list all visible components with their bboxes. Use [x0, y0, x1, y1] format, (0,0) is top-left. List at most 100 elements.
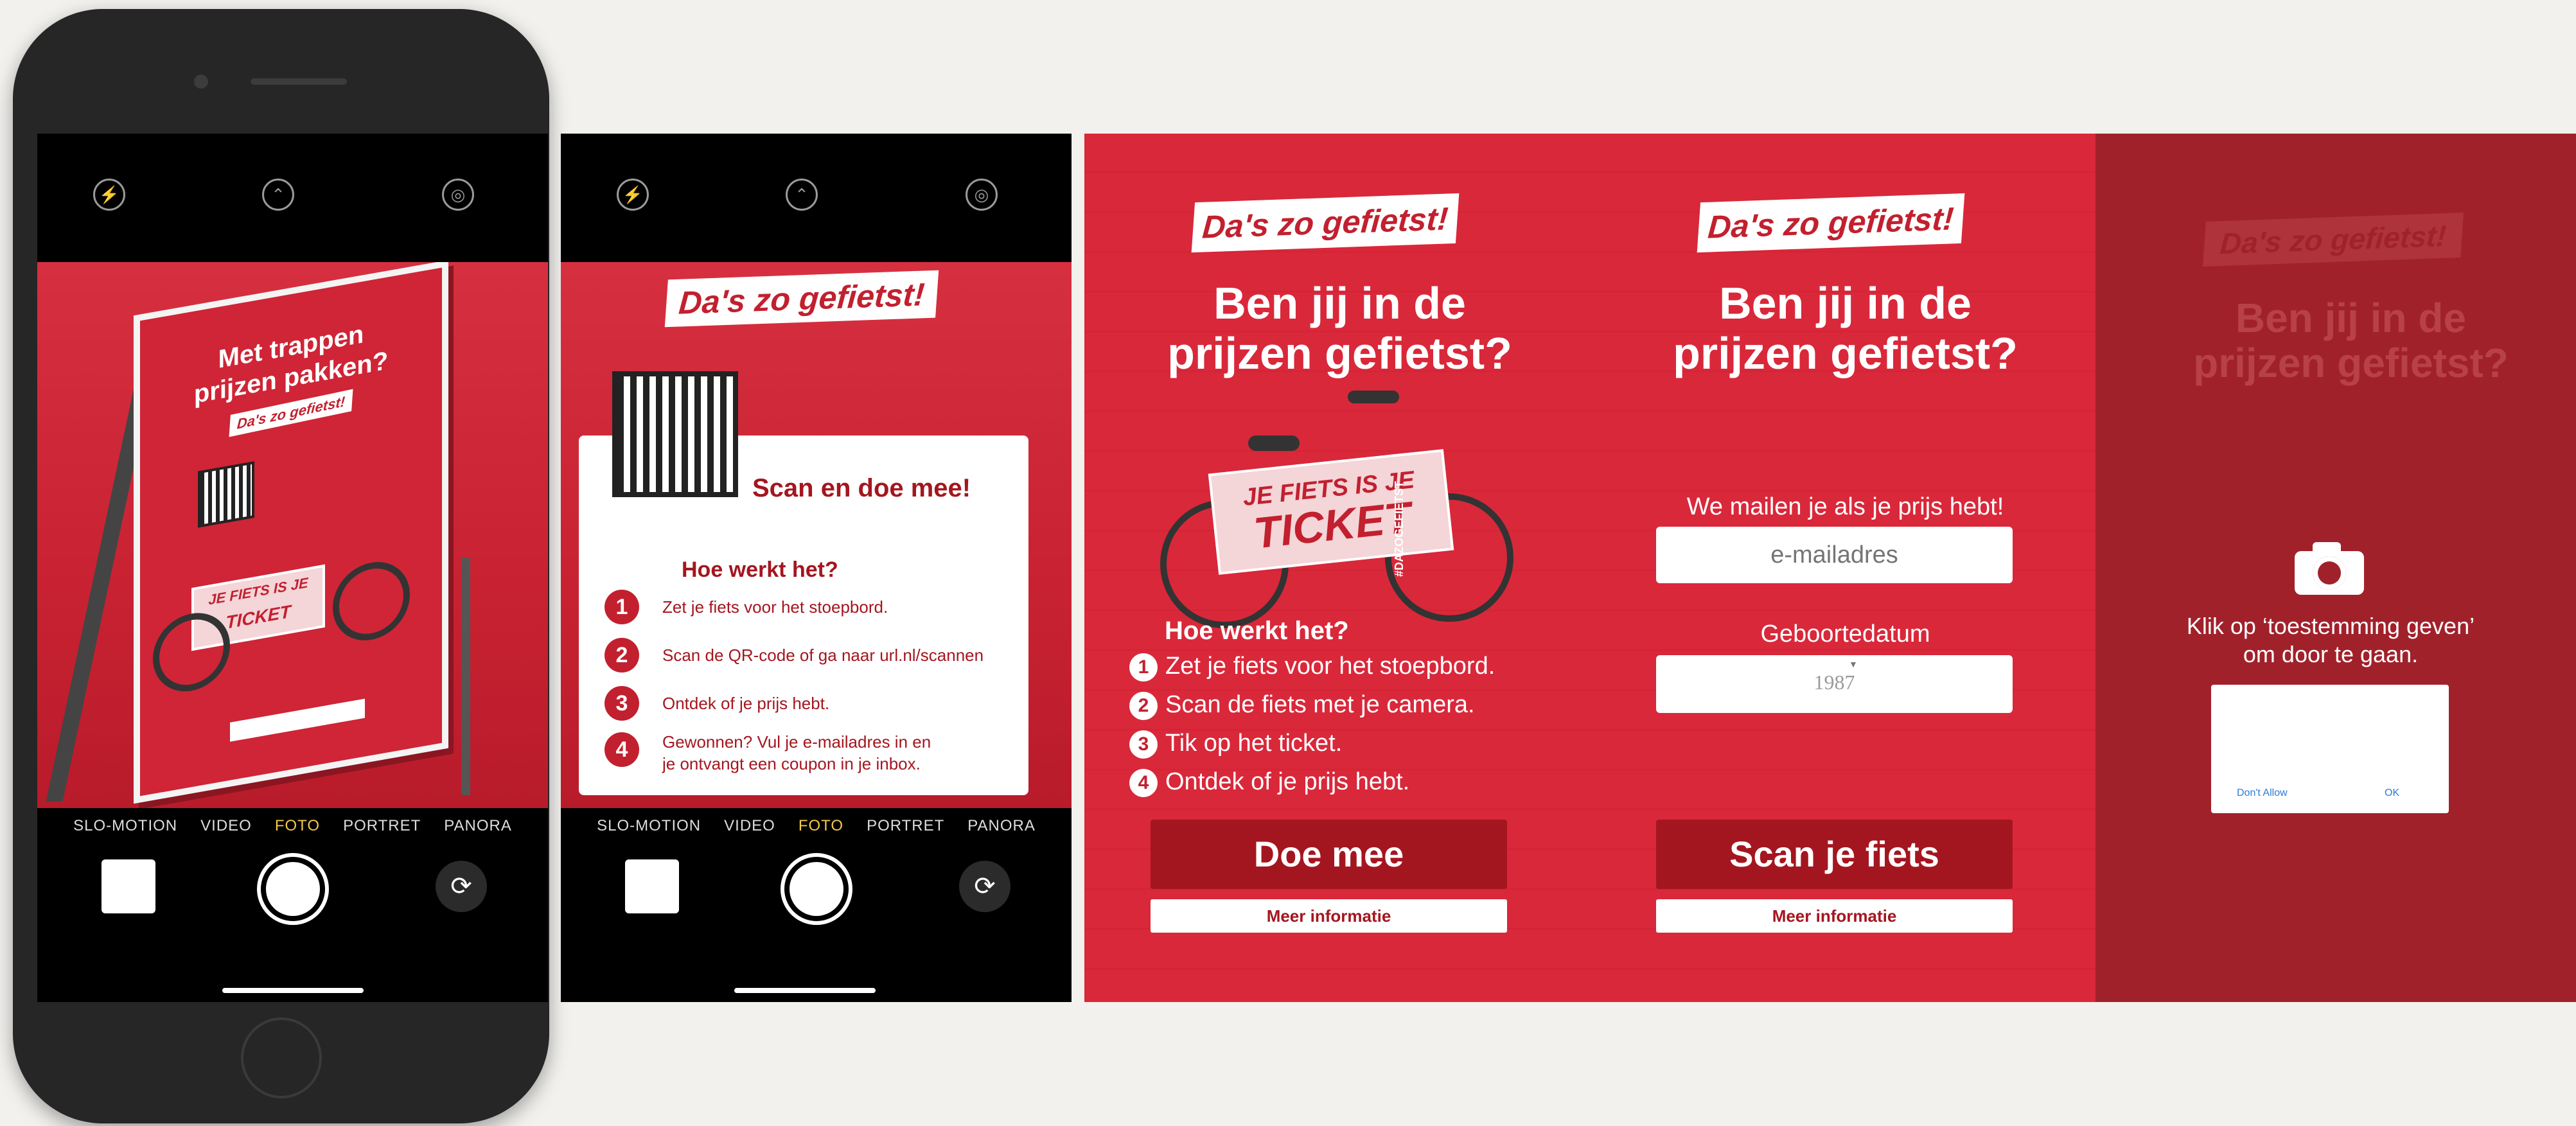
camera-icon-bump — [2313, 542, 2341, 554]
scan-je-fiets-button[interactable]: Scan je fiets — [1656, 820, 2013, 889]
card-step-1: Zet je fiets voor het stoepbord. — [662, 597, 888, 617]
email-field[interactable] — [1656, 527, 2013, 583]
shutter-inner — [266, 862, 320, 916]
shutter-button[interactable] — [257, 853, 329, 925]
camera-top-bar: ⚡ ⌃ ◎ — [37, 134, 548, 262]
flash-off-icon[interactable]: ⚡ — [93, 179, 125, 211]
poster-qr-code — [198, 461, 254, 528]
bike-handlebar — [1348, 391, 1399, 403]
doe-mee-button[interactable]: Doe mee — [1151, 820, 1507, 889]
landing-step-4-text: Ontdek of je prijs hebt. — [1165, 768, 1410, 795]
mode-portret[interactable]: PORTRET — [343, 817, 421, 834]
chevron-up-icon[interactable]: ⌃ — [262, 179, 294, 211]
dob-value: 1987 — [1813, 671, 1855, 694]
landing-heading-1: Ben jij in de — [1213, 278, 1466, 328]
camera-icon — [2295, 542, 2364, 595]
photo-thumbnail[interactable] — [625, 859, 679, 913]
landing-step-2-text: Scan de fiets met je camera. — [1165, 691, 1475, 718]
mode-slomo[interactable]: SLO-MOTION — [597, 817, 701, 834]
sign-poster: Met trappen prijzen pakken? Da's zo gefi… — [134, 262, 448, 804]
landing-step-1-text: Zet je fiets voor het stoepbord. — [1165, 653, 1495, 680]
step-number-3: 3 — [1129, 730, 1158, 759]
form-logo: Da's zo gefietst! — [1697, 193, 1965, 253]
flip-camera-icon[interactable]: ⟳ — [959, 861, 1010, 912]
more-info-button[interactable]: Meer informatie — [1151, 899, 1507, 933]
landing-step-3: 3 Tik op het ticket. — [1129, 730, 1342, 759]
card-step-4a: Gewonnen? Vul je e-mailadres in en — [662, 732, 931, 752]
how-title: Hoe werkt het? — [682, 558, 838, 582]
camera-icon-lens — [2313, 556, 2346, 590]
mode-video[interactable]: VIDEO — [200, 817, 252, 834]
mode-panorama[interactable]: PANORA — [967, 817, 1036, 834]
photo-thumbnail[interactable] — [101, 859, 155, 913]
permission-dialog: Don't Allow OK — [2211, 685, 2449, 813]
home-indicator — [734, 988, 876, 993]
permission-screen: Da's zo gefietst! Ben jij in de prijzen … — [2095, 134, 2576, 1002]
landing-logo: Da's zo gefietst! — [1191, 193, 1460, 253]
shutter-button[interactable] — [781, 853, 852, 925]
chevron-up-icon[interactable]: ⌃ — [786, 179, 818, 211]
more-info-button[interactable]: Meer informatie — [1656, 899, 2013, 933]
card-step-3: Ontdek of je prijs hebt. — [662, 694, 830, 713]
permission-heading-2: prijzen gefietst? — [2193, 340, 2509, 386]
step-number-1: 1 — [604, 590, 639, 624]
step-number-2: 2 — [604, 638, 639, 673]
poster-footer-bar — [230, 698, 365, 742]
camera-mode-selector[interactable]: SLO-MOTION VIDEO FOTO PORTRET PANORA — [37, 817, 548, 835]
step-number-1: 1 — [1129, 653, 1158, 682]
scan-label: Scan en doe mee! — [752, 474, 971, 502]
step-number-4: 4 — [604, 732, 639, 767]
card-step-2: Scan de QR-code of ga naar url.nl/scanne… — [662, 646, 984, 665]
form-screen: Da's zo gefietst! Ben jij in de prijzen … — [1590, 134, 2101, 1002]
step-number-2: 2 — [1129, 691, 1158, 720]
permission-message-2: om door te gaan. — [2243, 641, 2419, 667]
mode-panorama[interactable]: PANORA — [444, 817, 512, 834]
flash-off-icon[interactable]: ⚡ — [617, 179, 649, 211]
step-number-3: 3 — [604, 686, 639, 721]
camera-screen-poster: ⚡ ⌃ ◎ Met trappen prijzen pakken? Da's z… — [37, 134, 548, 1002]
sign-leg-right — [461, 558, 470, 795]
dob-select[interactable]: 1987 ▼ — [1656, 655, 2013, 713]
form-heading-1: Ben jij in de — [1719, 278, 1972, 328]
bike-seat — [1248, 435, 1300, 451]
mode-portret[interactable]: PORTRET — [867, 817, 944, 834]
step-number-4: 4 — [1129, 768, 1158, 797]
dob-chevron-icon: ▼ — [1849, 659, 1858, 669]
card-logo: Da's zo gefietst! — [664, 270, 939, 328]
poster-bike-front-wheel — [333, 556, 410, 647]
camera-screen-card: ⚡ ⌃ ◎ Da's zo gefietst! Scan en doe mee!… — [561, 134, 1072, 1002]
form-heading-2: prijzen gefietst? — [1673, 328, 2018, 378]
mode-foto[interactable]: FOTO — [275, 817, 320, 834]
permission-heading-1: Ben jij in de — [2235, 295, 2467, 341]
camera-top-bar-2: ⚡ ⌃ ◎ — [561, 134, 1072, 262]
mode-slomo[interactable]: SLO-MOTION — [73, 817, 177, 834]
landing-heading-2: prijzen gefietst? — [1167, 328, 1512, 378]
permission-message-1: Klik op ‘toestemming geven’ — [2186, 613, 2475, 639]
card-step-4b: je ontvangt een coupon in je inbox. — [662, 754, 921, 773]
shutter-inner — [790, 862, 843, 916]
dob-label: Geboortedatum — [1760, 620, 1930, 647]
card-qr-code — [612, 371, 738, 497]
ticket-side-text: #DAZOGEFIETST — [1393, 480, 1406, 577]
earpiece — [251, 78, 347, 85]
landing-step-4: 4 Ontdek of je prijs hebt. — [1129, 768, 1409, 797]
mode-foto[interactable]: FOTO — [798, 817, 843, 834]
dont-allow-button[interactable]: Don't Allow — [2237, 787, 2288, 799]
permission-logo: Da's zo gefietst! — [2202, 213, 2464, 267]
ok-button[interactable]: OK — [2385, 787, 2399, 799]
landing-screen: Da's zo gefietst! Ben jij in de prijzen … — [1084, 134, 1595, 1002]
email-label: We mailen je als je prijs hebt! — [1686, 493, 2004, 520]
camera-mode-selector-2[interactable]: SLO-MOTION VIDEO FOTO PORTRET PANORA — [561, 817, 1072, 835]
front-camera — [194, 75, 208, 89]
home-indicator — [222, 988, 364, 993]
camera-viewfinder-2: Da's zo gefietst! Scan en doe mee! Hoe w… — [561, 262, 1072, 808]
flip-camera-icon[interactable]: ⟳ — [436, 861, 487, 912]
live-photo-off-icon[interactable]: ◎ — [966, 179, 998, 211]
live-photo-off-icon[interactable]: ◎ — [442, 179, 474, 211]
home-button[interactable] — [241, 1017, 322, 1098]
landing-how-title: Hoe werkt het? — [1165, 617, 1349, 645]
landing-step-3-text: Tik op het ticket. — [1165, 730, 1343, 757]
mode-video[interactable]: VIDEO — [724, 817, 775, 834]
camera-viewfinder: Met trappen prijzen pakken? Da's zo gefi… — [37, 262, 548, 808]
landing-step-1: 1 Zet je fiets voor het stoepbord. — [1129, 653, 1495, 682]
